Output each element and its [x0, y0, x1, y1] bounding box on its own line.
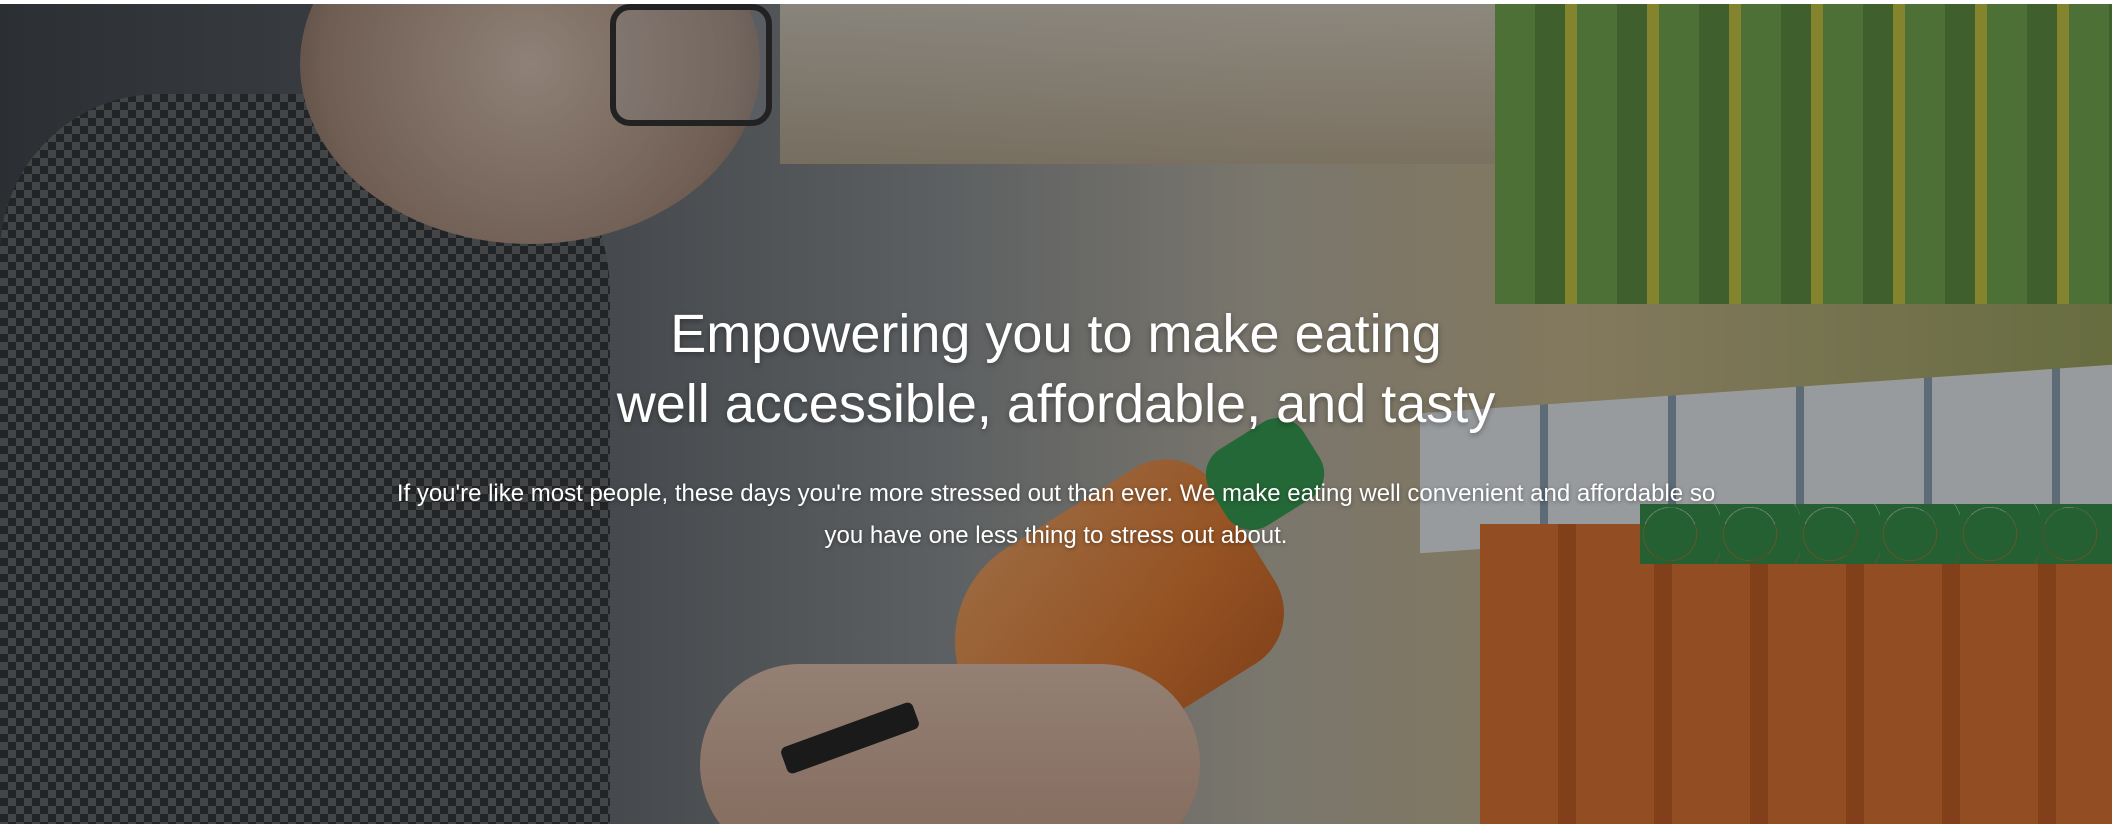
hero-banner: Empowering you to make eating well acces… — [0, 4, 2112, 824]
hero-subtext-line-2: you have one less thing to stress out ab… — [824, 522, 1288, 549]
hero-content: Empowering you to make eating well acces… — [0, 4, 2112, 824]
hero-headline-line-2: well accessible, affordable, and tasty — [616, 374, 1496, 434]
hero-headline-line-1: Empowering you to make eating — [670, 304, 1442, 364]
hero-subtext-line-1: If you're like most people, these days y… — [396, 480, 1716, 507]
